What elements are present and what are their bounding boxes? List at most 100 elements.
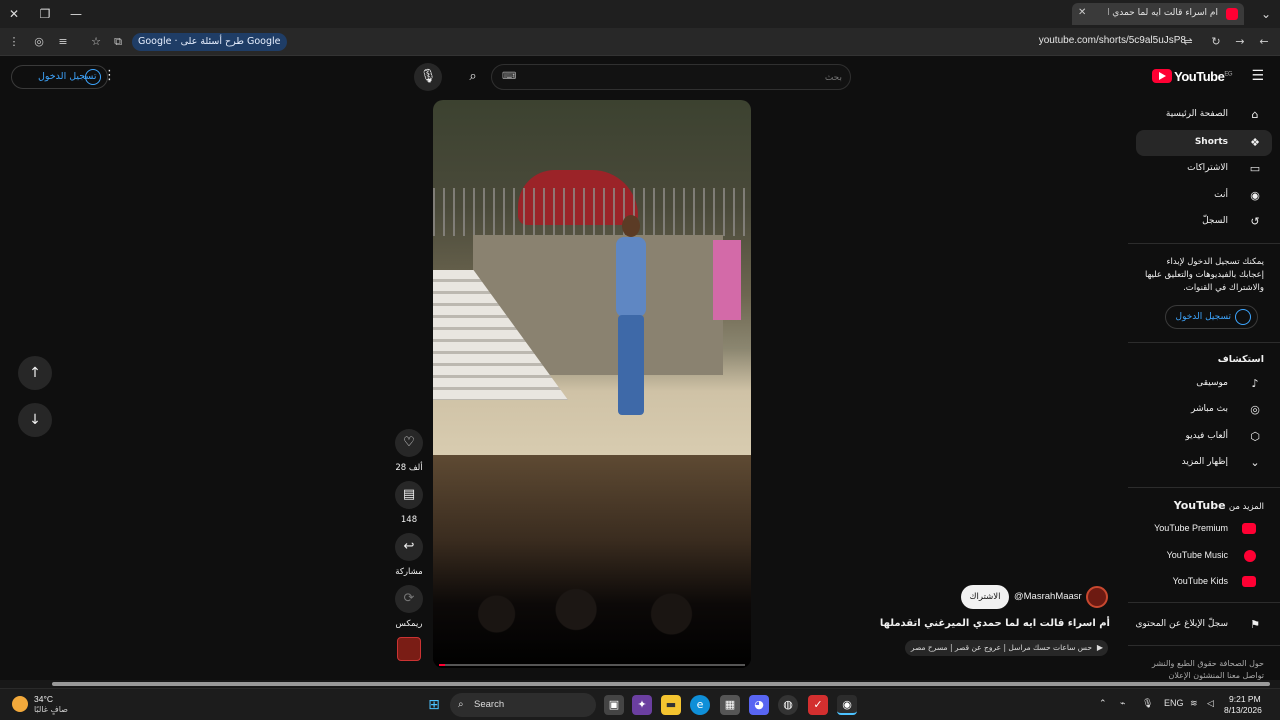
mic-icon[interactable]: 🎙	[1142, 698, 1153, 709]
channel-avatar[interactable]	[1086, 586, 1108, 608]
voice-search-icon[interactable]: 🎙	[414, 63, 442, 91]
wifi-icon[interactable]: ≋	[1190, 698, 1198, 709]
sidebar-item-youtube-kids[interactable]: YouTube Kids	[1136, 569, 1272, 595]
subscribe-button[interactable]: الاشتراك	[961, 585, 1009, 609]
address-bar: ⋮ ◎ ≡ ☆ ⧉ Google · طرح أسئلة على Google …	[0, 28, 1280, 56]
keyboard-icon[interactable]: ⌨	[502, 71, 516, 82]
file-explorer-icon[interactable]: ▬	[661, 695, 681, 715]
close-icon[interactable]: ✕	[6, 6, 22, 22]
clock-time[interactable]: 9:21 PM	[1229, 694, 1261, 704]
more-options-icon[interactable]: ⋮	[103, 68, 116, 83]
forward-icon[interactable]: →	[1232, 34, 1248, 50]
search-box[interactable]: ⌨	[491, 64, 851, 90]
divider	[1128, 487, 1280, 488]
app-icon[interactable]: ◍	[778, 695, 798, 715]
channel-name[interactable]: @MasrahMaasr	[1014, 591, 1082, 602]
video-performer	[608, 215, 658, 420]
remix-label: ريمكس	[395, 619, 423, 629]
share-icon[interactable]: ↩	[395, 533, 423, 561]
weather-icon[interactable]	[12, 696, 28, 712]
share-action[interactable]: ↩ مشاركة	[395, 533, 423, 577]
previous-short-button[interactable]: ↑	[18, 356, 52, 390]
edge-icon[interactable]: e	[690, 695, 710, 715]
share-label: مشاركة	[395, 567, 423, 577]
clock-date[interactable]: 8/13/2026	[1224, 705, 1262, 715]
music-label: حس ساعات حسك مراسل | عروج عن قصر | مسرح …	[910, 643, 1092, 652]
tab-close-icon[interactable]: ✕	[1078, 7, 1086, 18]
lens-icon[interactable]: ◎	[31, 34, 47, 50]
sidebar-footer: حول الصحافة حقوق الطبع والنشر تواصل معنا…	[1151, 659, 1264, 680]
minimize-icon[interactable]: —	[68, 6, 84, 22]
store-icon[interactable]: ▦	[720, 695, 740, 715]
discord-icon[interactable]: ◕	[749, 695, 769, 715]
google-ask-pill[interactable]: Google · طرح أسئلة على Google	[132, 33, 287, 51]
task-view-icon[interactable]: ▣	[604, 695, 624, 715]
customize-icon[interactable]: ≡	[55, 34, 71, 50]
menu-icon[interactable]: ⋮	[6, 34, 22, 50]
sidebar-item-live[interactable]: ◎ بث مباشر	[1136, 397, 1272, 423]
divider	[1128, 342, 1280, 343]
channel-thumbnail-icon[interactable]	[397, 637, 421, 661]
video-progress-bar[interactable]	[439, 664, 745, 666]
site-settings-icon[interactable]: ⇌	[1180, 34, 1196, 50]
browser-tab[interactable]: أم اسراء قالت ايه لما حمدي ال... ✕	[1072, 3, 1244, 25]
back-icon[interactable]: ←	[1256, 34, 1272, 50]
star-icon[interactable]: ☆	[88, 34, 104, 50]
sign-in-button[interactable]: تسجيل الدخول	[11, 65, 108, 89]
sidebar-item-show-more[interactable]: ⌄ إظهار المزيد	[1136, 450, 1272, 476]
comment-action[interactable]: ▤ 148	[395, 481, 423, 525]
shorts-icon: ❖	[1250, 136, 1260, 149]
comment-icon[interactable]: ▤	[395, 481, 423, 509]
install-app-icon[interactable]: ⧉	[110, 34, 126, 50]
sidebar-item-label: YouTube Kids	[1172, 576, 1228, 586]
restore-icon[interactable]: ❐	[37, 6, 53, 22]
remix-action[interactable]: ⟳ ريمكس	[395, 585, 423, 629]
url-text[interactable]: youtube.com/shorts/5c9al5uJsP8	[1039, 35, 1186, 46]
volume-icon[interactable]: ◁	[1207, 698, 1214, 709]
subscriptions-icon: ▭	[1249, 162, 1261, 175]
account-icon	[1235, 309, 1251, 325]
reload-icon[interactable]: ↻	[1208, 34, 1224, 50]
sidebar-item-gaming[interactable]: ⬡ ألعاب فيديو	[1136, 424, 1272, 450]
sign-in-note: يمكنك تسجيل الدخول لإبداء إعجابك بالفيدي…	[1145, 257, 1264, 293]
search-input[interactable]	[522, 69, 842, 87]
remix-icon[interactable]: ⟳	[395, 585, 423, 613]
video-title[interactable]: أم اسراء قالت ايه لما حمدي الميرغني اتقد…	[880, 618, 1110, 629]
horizontal-scrollbar[interactable]	[0, 680, 1280, 688]
sidebar-item-youtube-premium[interactable]: YouTube Premium	[1136, 516, 1272, 542]
sidebar-item-you[interactable]: ◉ أنت	[1136, 183, 1272, 209]
next-short-button[interactable]: ↓	[18, 403, 52, 437]
sidebar-item-youtube-music[interactable]: YouTube Music	[1136, 543, 1272, 569]
sidebar-item-label: إظهار المزيد	[1181, 457, 1228, 467]
chrome-icon[interactable]: ◉	[837, 695, 857, 715]
language-indicator[interactable]: ENG	[1164, 698, 1184, 708]
sidebar-item-music[interactable]: ♪ موسيقى	[1136, 371, 1272, 397]
sidebar-item-report-history[interactable]: ⚑ سجلّ الإبلاغ عن المحتوى	[1135, 612, 1272, 638]
scrollbar-thumb[interactable]	[52, 682, 1270, 686]
network-icon[interactable]: ⌁	[1120, 698, 1125, 709]
sidebar-item-home[interactable]: ⌂ الصفحة الرئيسية	[1136, 102, 1272, 128]
tab-search-icon[interactable]: ⌄	[1258, 6, 1274, 22]
sidebar-item-subscriptions[interactable]: ▭ الاشتراكات	[1136, 156, 1272, 182]
short-video-player[interactable]	[433, 100, 751, 668]
like-count: 28 ألف	[395, 463, 423, 473]
home-icon: ⌂	[1251, 108, 1259, 121]
music-pill[interactable]: ▶ حس ساعات حسك مراسل | عروج عن قصر | مسر…	[904, 640, 1108, 656]
copilot-icon[interactable]: ✦	[632, 695, 652, 715]
sidebar-item-label: ألعاب فيديو	[1185, 431, 1228, 441]
start-icon[interactable]: ⊞	[424, 695, 444, 715]
tray-chevron-icon[interactable]: ⌃	[1099, 698, 1107, 709]
chevron-down-icon: ⌄	[1250, 456, 1260, 469]
logo-text: YouTube	[1174, 69, 1225, 84]
taskbar: 34°C صافٍ غالبًا ⊞ ⌕ Search ▣ ✦ ▬ e ▦ ◕ …	[0, 688, 1280, 720]
taskbar-search[interactable]: ⌕ Search	[450, 693, 596, 717]
sidebar-sign-in-button[interactable]: تسجيل الدخول	[1164, 305, 1258, 329]
pdf-app-icon[interactable]: ✓	[808, 695, 828, 715]
sidebar-item-history[interactable]: ↺ السجلّ	[1136, 209, 1272, 235]
search-icon[interactable]: ⌕	[459, 63, 487, 91]
guide-menu-icon[interactable]: ☰	[1251, 68, 1264, 84]
like-icon[interactable]: ♡	[395, 429, 423, 457]
youtube-logo[interactable]: YouTubeEG	[1152, 69, 1232, 85]
like-action[interactable]: ♡ 28 ألف	[395, 429, 423, 473]
sidebar-item-shorts[interactable]: ❖ Shorts	[1136, 130, 1272, 156]
